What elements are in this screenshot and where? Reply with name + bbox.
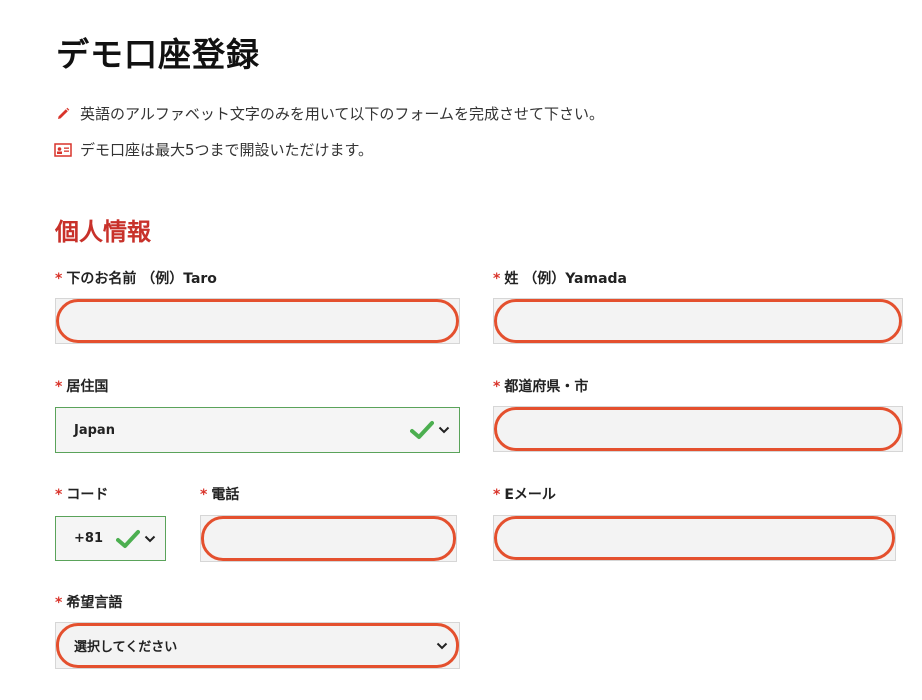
- code-label-text: コード: [66, 487, 109, 503]
- first-name-label-text: 下のお名前 （例）Taro: [66, 271, 217, 287]
- focus-ring: [494, 516, 895, 560]
- email-input[interactable]: [493, 515, 896, 561]
- country-label-text: 居住国: [66, 379, 109, 395]
- limit-text: デモ口座は最大5つまで開設いただけます。: [80, 141, 374, 159]
- required-mark: *: [55, 379, 63, 395]
- code-label: * コード: [55, 484, 108, 504]
- instruction-note-english: 英語のアルファベット文字のみを用いて以下のフォームを完成させて下さい。: [54, 103, 604, 124]
- language-label: * 希望言語: [55, 592, 122, 612]
- focus-ring: [201, 516, 456, 561]
- country-value: Japan: [74, 422, 115, 438]
- last-name-label-text: 姓 （例）Yamada: [504, 271, 628, 287]
- phone-label: * 電話: [200, 484, 239, 504]
- instruction-note-limit: デモ口座は最大5つまで開設いただけます。: [54, 139, 373, 160]
- country-code-select[interactable]: +81: [55, 516, 166, 561]
- city-input[interactable]: [493, 406, 903, 452]
- required-mark: *: [493, 487, 501, 503]
- required-mark: *: [493, 379, 501, 395]
- page-title: デモ口座登録: [56, 35, 260, 74]
- required-mark: *: [55, 595, 63, 611]
- city-label: * 都道府県・市: [493, 376, 588, 396]
- instruction-text: 英語のアルファベット文字のみを用いて以下のフォームを完成させて下さい。: [80, 105, 604, 123]
- chevron-down-icon: [141, 530, 159, 548]
- country-label: * 居住国: [55, 376, 108, 396]
- phone-input[interactable]: [200, 515, 457, 562]
- last-name-label: * 姓 （例）Yamada: [493, 268, 627, 288]
- focus-ring: [494, 299, 902, 343]
- language-label-text: 希望言語: [66, 595, 123, 611]
- last-name-input[interactable]: [493, 298, 903, 344]
- required-mark: *: [200, 487, 208, 503]
- checkmark-icon: [115, 528, 141, 550]
- checkmark-icon: [409, 419, 435, 441]
- required-mark: *: [55, 271, 63, 287]
- id-card-icon: [54, 141, 72, 159]
- country-code-value: +81: [74, 531, 103, 546]
- language-select[interactable]: 選択してください: [55, 622, 460, 669]
- language-value: 選択してください: [74, 640, 178, 655]
- pencil-icon: [54, 105, 72, 123]
- country-select[interactable]: Japan: [55, 407, 460, 453]
- chevron-down-icon: [435, 421, 453, 439]
- first-name-input[interactable]: [55, 298, 460, 344]
- email-label: * Eメール: [493, 484, 556, 504]
- city-label-text: 都道府県・市: [504, 379, 589, 395]
- required-mark: *: [55, 487, 63, 503]
- section-title-personal-info: 個人情報: [55, 218, 151, 246]
- focus-ring: [56, 299, 459, 343]
- first-name-label: * 下のお名前 （例）Taro: [55, 268, 217, 288]
- email-label-text: Eメール: [504, 487, 556, 503]
- required-mark: *: [493, 271, 501, 287]
- chevron-down-icon: [433, 637, 451, 655]
- phone-label-text: 電話: [211, 487, 240, 503]
- focus-ring: [494, 407, 902, 451]
